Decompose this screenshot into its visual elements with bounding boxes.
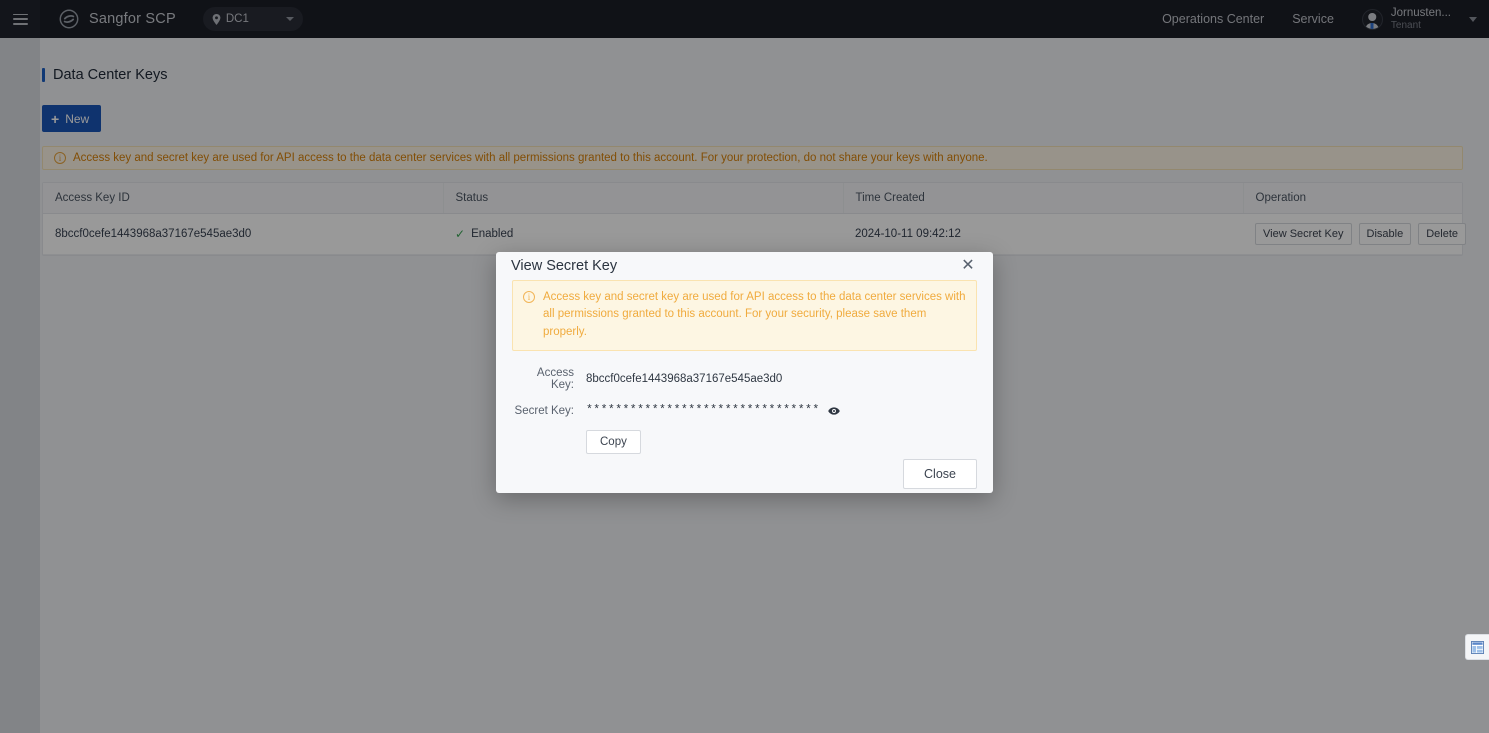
info-circle-icon: i [523,290,535,303]
app-root: Data Center Keys + New i Access key and … [0,0,1489,733]
copy-button[interactable]: Copy [586,430,641,455]
eye-icon-glyph [827,406,840,415]
dialog-header: View Secret Key ✕ [496,252,993,280]
eye-icon[interactable] [827,406,840,416]
access-key-label: Access Key: [536,367,574,392]
dialog-footer: Close [496,454,993,493]
secret-key-value: ******************************** [586,404,820,418]
access-key-row: Access Key: 8bccf0cefe1443968a37167e545a… [512,367,977,391]
dialog-body: i Access key and secret key are used for… [496,279,993,455]
secret-key-label: Secret Key: [514,404,574,417]
view-secret-key-dialog: View Secret Key ✕ i Access key and secre… [496,252,993,493]
panel-layout-icon [1471,640,1484,654]
close-button[interactable]: Close [903,458,977,489]
dialog-title: View Secret Key [511,257,618,274]
dialog-alert-text: Access key and secret key are used for A… [543,290,966,339]
dialog-alert-banner: i Access key and secret key are used for… [512,279,977,352]
key-fields: Access Key: 8bccf0cefe1443968a37167e545a… [512,367,977,455]
secret-key-row: Secret Key: ****************************… [512,404,977,417]
access-key-value: 8bccf0cefe1443968a37167e545ae3d0 [586,373,783,386]
close-icon[interactable]: ✕ [959,257,977,275]
side-panel-toggle[interactable] [1465,634,1489,660]
